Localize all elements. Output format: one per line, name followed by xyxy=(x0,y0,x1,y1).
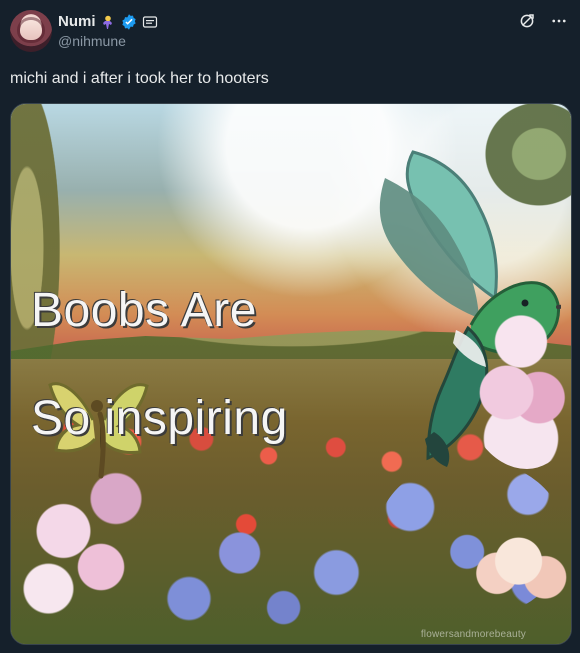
avatar[interactable] xyxy=(10,10,52,52)
trophy-badge-icon xyxy=(100,14,116,30)
tweet-media[interactable]: Boobs Are So inspiring flowersandmorebea… xyxy=(10,103,572,645)
peach-rose xyxy=(461,499,571,634)
translate-button[interactable] xyxy=(516,11,538,33)
meme-watermark: flowersandmorebeauty xyxy=(420,629,526,640)
tweet-text: michi and i after i took her to hooters xyxy=(10,70,269,87)
translate-icon xyxy=(518,12,536,33)
meme-caption-line-2: So inspiring xyxy=(31,392,288,445)
verified-badge-icon xyxy=(120,13,138,31)
author-name-row: Numi xyxy=(58,12,158,32)
meme-caption-line-1: Boobs Are xyxy=(31,284,257,337)
blue-flowers-center xyxy=(156,514,376,644)
more-icon xyxy=(550,12,568,33)
display-name[interactable]: Numi xyxy=(58,13,96,31)
tweet-header: Numi @nihmune xyxy=(10,10,570,54)
author-handle[interactable]: @nihmune xyxy=(58,33,126,49)
more-button[interactable] xyxy=(548,11,570,33)
tweet-actions xyxy=(516,10,570,34)
tweet-card: Numi @nihmune michi and i after i took h… xyxy=(0,0,580,653)
identity-card-icon xyxy=(142,14,158,30)
